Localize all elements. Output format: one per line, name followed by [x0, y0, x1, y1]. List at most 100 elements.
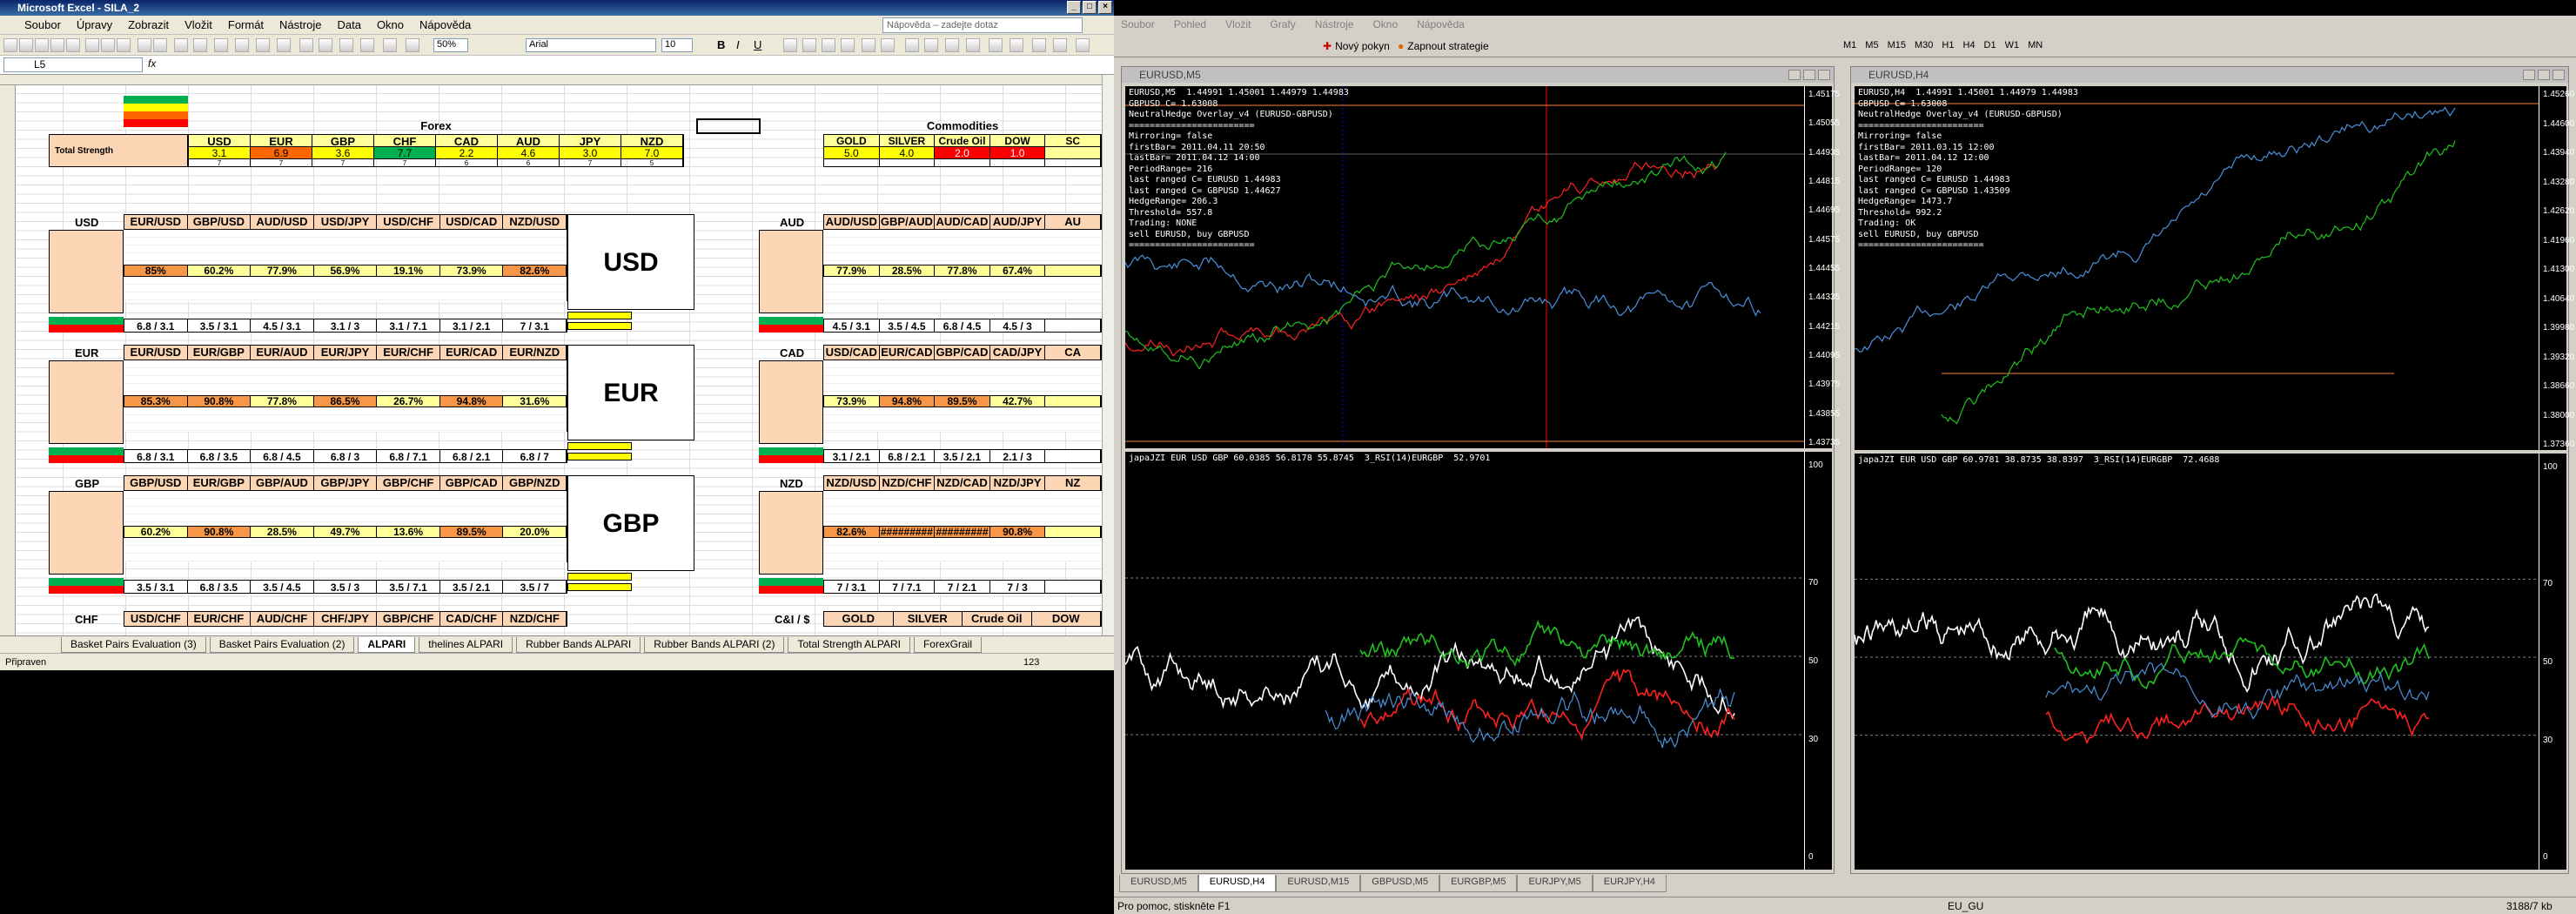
menu-5[interactable]: Nástroje [279, 18, 321, 31]
sheet-grid[interactable]: Forex Commodities Total Strength USD 3.1 7… [0, 75, 1102, 635]
chart2-maximize[interactable] [2538, 70, 2550, 80]
chart2-indicator-pane[interactable]: japaJZI EUR USD GBP 60.9781 38.8735 38.8… [1855, 454, 2539, 870]
mt-menu-0[interactable]: Soubor [1121, 18, 1155, 30]
mt-menu-2[interactable]: Vložit [1225, 18, 1251, 30]
toolbar-icon[interactable] [50, 38, 64, 52]
toolbar-icon[interactable] [85, 38, 99, 52]
toolbar-icon[interactable] [3, 38, 17, 52]
timeframe-m1[interactable]: M1 [1843, 40, 1856, 50]
sheet-tab[interactable]: Rubber Bands ALPARI [516, 636, 641, 653]
toolbar-icon[interactable] [1076, 38, 1090, 52]
close-button[interactable]: × [1098, 1, 1112, 14]
timeframe-m5[interactable]: M5 [1865, 40, 1878, 50]
sheet-tab[interactable]: thelines ALPARI [419, 636, 513, 653]
menu-2[interactable]: Zobrazit [128, 18, 169, 31]
sheet-tab[interactable]: Basket Pairs Evaluation (2) [209, 636, 355, 653]
sheet-tab[interactable]: ALPARI [358, 636, 416, 653]
toolbar-icon[interactable] [193, 38, 207, 52]
menu-7[interactable]: Okno [377, 18, 404, 31]
chart-tab[interactable]: EURGBP,M5 [1439, 875, 1518, 892]
toolbar-icon[interactable] [802, 38, 816, 52]
chart2-minimize[interactable] [2523, 70, 2535, 80]
sheet-tab[interactable]: Total Strength ALPARI [788, 636, 910, 653]
chart1-close[interactable] [1818, 70, 1830, 80]
toolbar-icon[interactable] [881, 38, 895, 52]
vertical-scrollbar[interactable] [1102, 75, 1114, 635]
toolbar-icon[interactable] [862, 38, 875, 52]
toolbar-icon[interactable] [339, 38, 353, 52]
menu-4[interactable]: Formát [228, 18, 264, 31]
sheet-tab[interactable]: ForexGrail [913, 636, 982, 653]
toolbar-icon[interactable] [256, 38, 270, 52]
chart-window-eurusd-h4[interactable]: EURUSD,H4 EURUSD,H4 1.44991 1.45001 1.44… [1850, 66, 2574, 874]
chart-tab[interactable]: EURJPY,H4 [1592, 875, 1667, 892]
toolbar-icon[interactable] [117, 38, 131, 52]
menu-6[interactable]: Data [337, 18, 360, 31]
toolbar-icon[interactable] [924, 38, 938, 52]
mt-menu-1[interactable]: Pohled [1174, 18, 1206, 30]
help-search-input[interactable]: Nápověda – zadejte dotaz [882, 17, 1083, 33]
toolbar-icon[interactable] [138, 38, 151, 52]
zoom-select[interactable]: 50% [433, 38, 468, 52]
toolbar-icon[interactable] [299, 38, 313, 52]
toolbar-icon[interactable] [841, 38, 855, 52]
chart1-maximize[interactable] [1803, 70, 1815, 80]
italic-button[interactable]: I [736, 38, 740, 51]
chart-tab[interactable]: EURJPY,M5 [1517, 875, 1593, 892]
timeframe-h4[interactable]: H4 [1962, 40, 1975, 50]
chart-tab[interactable]: EURUSD,H4 [1197, 875, 1277, 892]
timeframe-h1[interactable]: H1 [1942, 40, 1954, 50]
toolbar-icon[interactable] [174, 38, 188, 52]
toolbar-icon[interactable] [945, 38, 959, 52]
timeframe-m30[interactable]: M30 [1915, 40, 1933, 50]
name-box[interactable]: L5 [3, 57, 143, 72]
chart2-price-pane[interactable]: EURUSD,H4 1.44991 1.45001 1.44979 1.4498… [1855, 86, 2539, 450]
font-size-select[interactable]: 10 [661, 38, 693, 52]
new-order-button[interactable]: ✚ Nový pokyn [1323, 38, 1390, 54]
menu-3[interactable]: Vložit [184, 18, 212, 31]
toolbar-icon[interactable] [319, 38, 332, 52]
toolbar-icon[interactable] [1032, 38, 1046, 52]
timeframe-m15[interactable]: M15 [1888, 40, 1906, 50]
font-select[interactable]: Arial [526, 38, 656, 52]
mt-menu-3[interactable]: Grafy [1270, 18, 1295, 30]
toolbar-icon[interactable] [153, 38, 167, 52]
underline-button[interactable]: U [754, 38, 761, 51]
toolbar-icon[interactable] [235, 38, 249, 52]
chart-tab[interactable]: GBPUSD,M5 [1360, 875, 1440, 892]
chart-tab[interactable]: EURUSD,M5 [1119, 875, 1198, 892]
mt-menu-6[interactable]: Nápověda [1417, 18, 1465, 30]
menu-8[interactable]: Nápověda [419, 18, 471, 31]
toolbar-icon[interactable] [905, 38, 919, 52]
toolbar-icon[interactable] [406, 38, 419, 52]
selected-cell[interactable] [696, 118, 761, 134]
toolbar-icon[interactable] [360, 38, 374, 52]
timeframe-d1[interactable]: D1 [1984, 40, 1996, 50]
mt-menu-5[interactable]: Okno [1372, 18, 1398, 30]
chart1-price-pane[interactable]: EURUSD,M5 1.44991 1.45001 1.44979 1.4498… [1125, 86, 1804, 448]
bold-button[interactable]: B [717, 38, 725, 51]
sheet-tab[interactable]: Rubber Bands ALPARI (2) [644, 636, 785, 653]
timeframe-w1[interactable]: W1 [2005, 40, 2020, 50]
menu-1[interactable]: Úpravy [77, 18, 112, 31]
minimize-button[interactable]: _ [1067, 1, 1081, 14]
toolbar-icon[interactable] [101, 38, 115, 52]
fx-icon[interactable]: fx [148, 57, 156, 70]
toolbar-icon[interactable] [1010, 38, 1023, 52]
start-strategy-button[interactable]: ● Zapnout strategie [1398, 38, 1489, 54]
toolbar-icon[interactable] [383, 38, 397, 52]
chart1-minimize[interactable] [1788, 70, 1801, 80]
toolbar-icon[interactable] [35, 38, 49, 52]
chart-tab[interactable]: EURUSD,M15 [1276, 875, 1361, 892]
toolbar-icon[interactable] [989, 38, 1003, 52]
toolbar-icon[interactable] [783, 38, 797, 52]
sheet-tab[interactable]: Basket Pairs Evaluation (3) [61, 636, 206, 653]
toolbar-icon[interactable] [1053, 38, 1067, 52]
chart2-close[interactable] [2553, 70, 2565, 80]
chart-window-eurusd-m5[interactable]: EURUSD,M5 EURUSD,M5 1.44991 1.45001 1.44… [1121, 66, 1840, 874]
menu-0[interactable]: Soubor [24, 18, 61, 31]
toolbar-icon[interactable] [19, 38, 33, 52]
maximize-button[interactable]: □ [1083, 1, 1097, 14]
toolbar-icon[interactable] [214, 38, 228, 52]
mt-menu-4[interactable]: Nástroje [1315, 18, 1354, 30]
